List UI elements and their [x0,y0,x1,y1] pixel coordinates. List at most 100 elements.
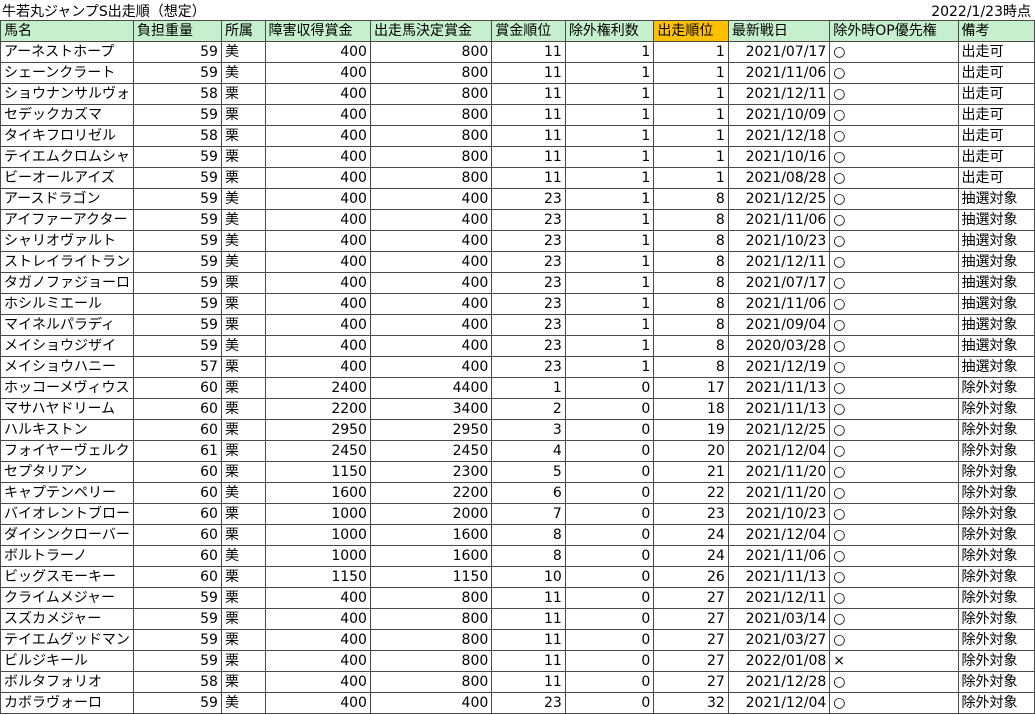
cell-entry-rank[interactable]: 24 [653,524,729,546]
cell-exclusion-rights[interactable]: 0 [564,650,655,672]
cell-stable[interactable]: 栗 [220,629,266,651]
cell-stable[interactable]: 栗 [220,314,266,336]
cell-op-priority[interactable]: ○ [829,587,959,609]
cell-entry-earnings[interactable]: 800 [369,104,493,126]
cell-weight[interactable]: 59 [133,104,222,126]
cell-stable[interactable]: 栗 [220,650,266,672]
cell-exclusion-rights[interactable]: 0 [564,398,655,420]
cell-exclusion-rights[interactable]: 1 [564,146,655,168]
cell-weight[interactable]: 60 [133,461,222,483]
cell-earnings-rank[interactable]: 11 [491,41,566,63]
cell-weight[interactable]: 59 [133,692,222,714]
col-header-earnings-rank[interactable]: 賞金順位 [491,20,566,42]
cell-jump-earnings[interactable]: 400 [264,629,371,651]
cell-last-race-date[interactable]: 2021/12/28 [727,671,831,693]
cell-entry-rank[interactable]: 24 [653,545,729,567]
cell-exclusion-rights[interactable]: 1 [564,356,655,378]
cell-jump-earnings[interactable]: 400 [264,83,371,105]
cell-op-priority[interactable]: ○ [829,356,959,378]
cell-entry-earnings[interactable]: 1150 [369,566,493,588]
cell-stable[interactable]: 栗 [220,524,266,546]
cell-weight[interactable]: 60 [133,419,222,441]
cell-last-race-date[interactable]: 2021/12/25 [727,188,831,210]
cell-entry-earnings[interactable]: 3400 [369,398,493,420]
cell-jump-earnings[interactable]: 2450 [264,440,371,462]
cell-jump-earnings[interactable]: 1000 [264,524,371,546]
cell-earnings-rank[interactable]: 11 [491,671,566,693]
cell-entry-earnings[interactable]: 1600 [369,545,493,567]
cell-horse-name[interactable]: ボルタフォリオ [0,671,134,693]
cell-entry-rank[interactable]: 1 [653,125,729,147]
cell-entry-earnings[interactable]: 400 [369,335,493,357]
cell-op-priority[interactable]: ○ [829,566,959,588]
cell-horse-name[interactable]: ホシルミエール [0,293,134,315]
cell-earnings-rank[interactable]: 23 [491,251,566,273]
cell-jump-earnings[interactable]: 2950 [264,419,371,441]
cell-stable[interactable]: 栗 [220,125,266,147]
cell-remarks[interactable]: 除外対象 [957,608,1035,630]
cell-op-priority[interactable]: ○ [829,104,959,126]
cell-earnings-rank[interactable]: 2 [491,398,566,420]
cell-horse-name[interactable]: アーネストホープ [0,41,134,63]
cell-horse-name[interactable]: タイキフロリゼル [0,125,134,147]
cell-jump-earnings[interactable]: 400 [264,62,371,84]
cell-entry-rank[interactable]: 26 [653,566,729,588]
cell-stable[interactable]: 栗 [220,356,266,378]
col-header-entry-rank[interactable]: 出走順位 [653,20,729,42]
cell-jump-earnings[interactable]: 400 [264,146,371,168]
cell-last-race-date[interactable]: 2021/11/06 [727,209,831,231]
cell-entry-rank[interactable]: 8 [653,335,729,357]
cell-jump-earnings[interactable]: 1000 [264,503,371,525]
cell-weight[interactable]: 58 [133,83,222,105]
cell-stable[interactable]: 美 [220,62,266,84]
cell-weight[interactable]: 57 [133,356,222,378]
cell-earnings-rank[interactable]: 23 [491,230,566,252]
cell-exclusion-rights[interactable]: 1 [564,209,655,231]
cell-entry-earnings[interactable]: 2200 [369,482,493,504]
cell-remarks[interactable]: 除外対象 [957,524,1035,546]
cell-entry-earnings[interactable]: 800 [369,41,493,63]
cell-op-priority[interactable]: ○ [829,461,959,483]
cell-horse-name[interactable]: キャプテンペリー [0,482,134,504]
col-header-last-race-date[interactable]: 最新戦日 [727,20,831,42]
cell-weight[interactable]: 60 [133,524,222,546]
cell-horse-name[interactable]: バイオレントブロー [0,503,134,525]
cell-last-race-date[interactable]: 2021/12/18 [727,125,831,147]
cell-remarks[interactable]: 除外対象 [957,671,1035,693]
cell-weight[interactable]: 59 [133,314,222,336]
cell-last-race-date[interactable]: 2021/08/28 [727,167,831,189]
cell-jump-earnings[interactable]: 1150 [264,461,371,483]
cell-exclusion-rights[interactable]: 0 [564,608,655,630]
cell-op-priority[interactable]: ○ [829,398,959,420]
cell-weight[interactable]: 59 [133,629,222,651]
cell-last-race-date[interactable]: 2021/12/11 [727,83,831,105]
cell-jump-earnings[interactable]: 2400 [264,377,371,399]
cell-earnings-rank[interactable]: 8 [491,545,566,567]
cell-entry-earnings[interactable]: 400 [369,209,493,231]
cell-entry-rank[interactable]: 8 [653,251,729,273]
cell-horse-name[interactable]: クライムメジャー [0,587,134,609]
cell-exclusion-rights[interactable]: 1 [564,62,655,84]
cell-op-priority[interactable]: ○ [829,83,959,105]
cell-exclusion-rights[interactable]: 1 [564,104,655,126]
cell-earnings-rank[interactable]: 11 [491,62,566,84]
cell-entry-earnings[interactable]: 400 [369,251,493,273]
cell-entry-earnings[interactable]: 800 [369,125,493,147]
cell-exclusion-rights[interactable]: 0 [564,629,655,651]
cell-op-priority[interactable]: ○ [829,41,959,63]
cell-remarks[interactable]: 除外対象 [957,461,1035,483]
cell-entry-earnings[interactable]: 400 [369,356,493,378]
cell-jump-earnings[interactable]: 1150 [264,566,371,588]
cell-remarks[interactable]: 除外対象 [957,629,1035,651]
cell-horse-name[interactable]: ビーオールアイズ [0,167,134,189]
cell-remarks[interactable]: 除外対象 [957,566,1035,588]
cell-entry-earnings[interactable]: 800 [369,650,493,672]
cell-horse-name[interactable]: ホッコーメヴィウス [0,377,134,399]
cell-stable[interactable]: 栗 [220,398,266,420]
cell-remarks[interactable]: 出走可 [957,125,1035,147]
cell-entry-rank[interactable]: 8 [653,293,729,315]
cell-last-race-date[interactable]: 2021/07/17 [727,41,831,63]
cell-remarks[interactable]: 除外対象 [957,692,1035,714]
cell-earnings-rank[interactable]: 23 [491,272,566,294]
cell-stable[interactable]: 栗 [220,566,266,588]
